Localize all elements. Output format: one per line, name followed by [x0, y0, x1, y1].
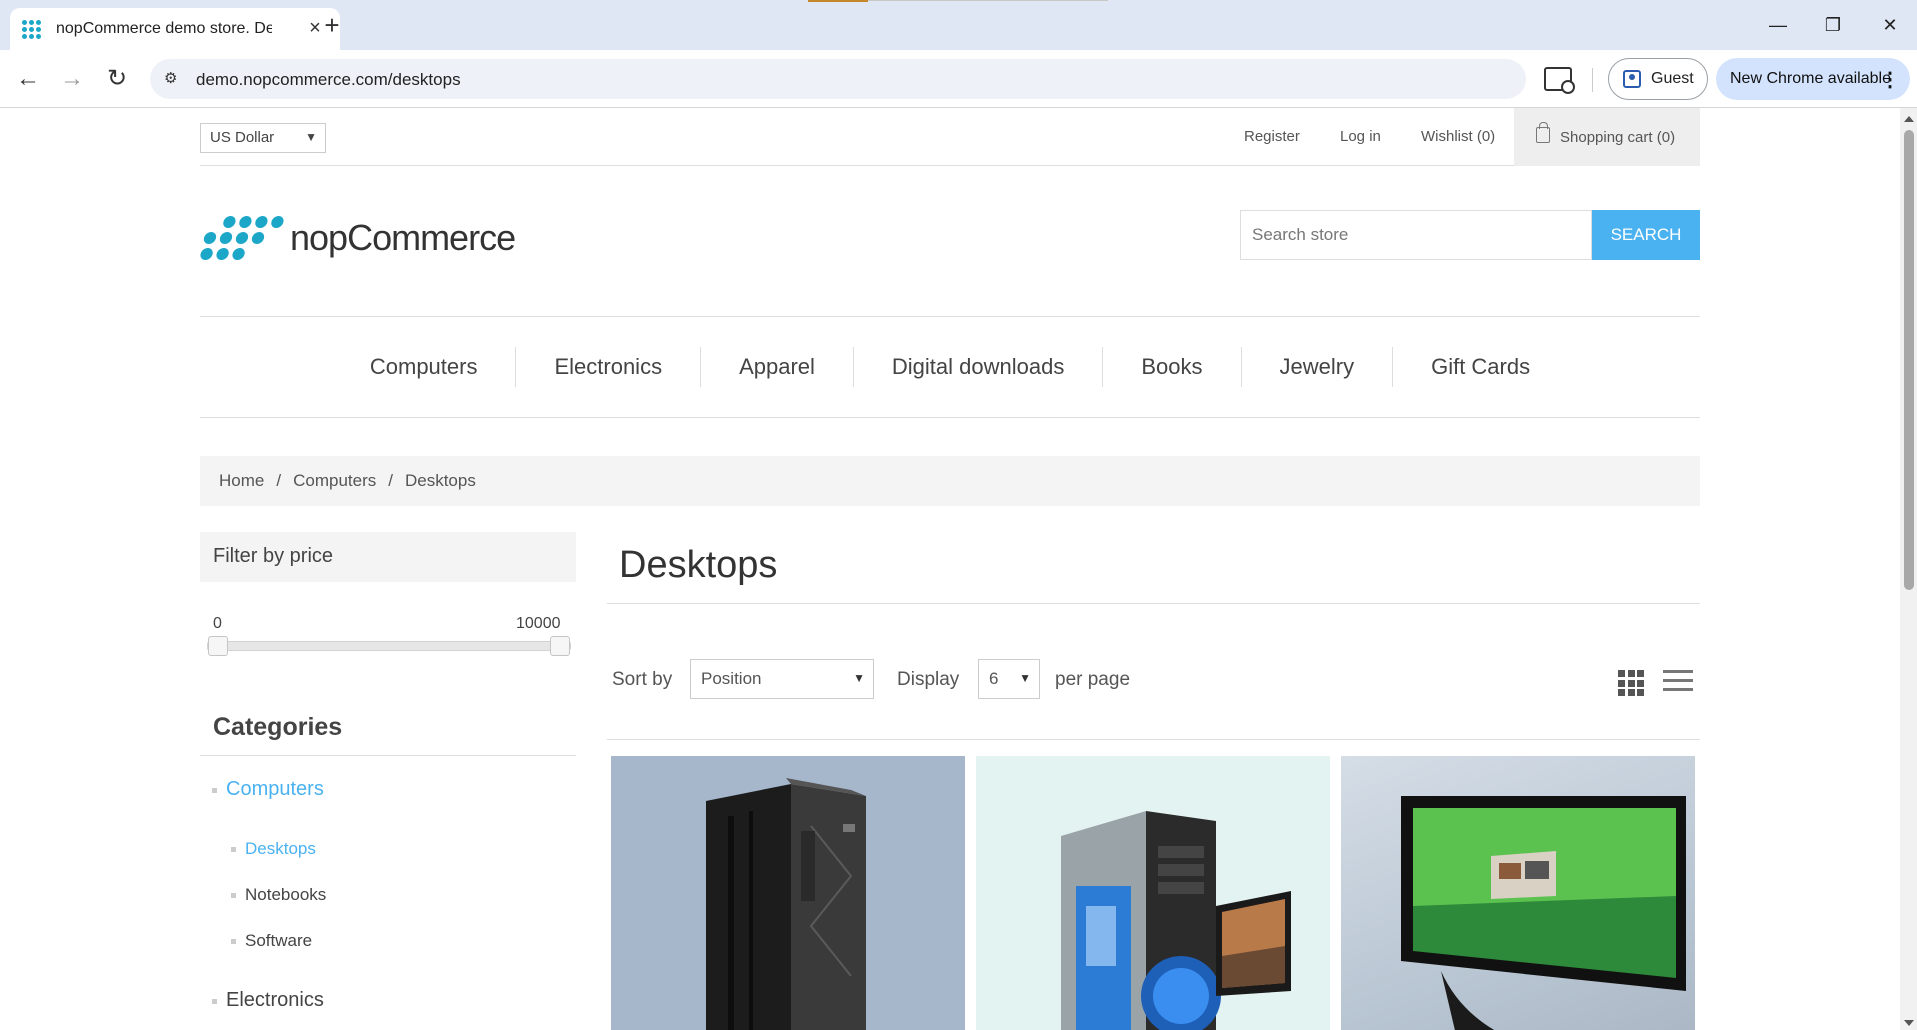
- url-text[interactable]: demo.nopcommerce.com/desktops: [196, 70, 461, 90]
- profile-button[interactable]: Guest: [1608, 58, 1708, 100]
- new-tab-icon[interactable]: +: [318, 12, 346, 40]
- menu-item-gift-cards[interactable]: Gift Cards: [1392, 347, 1568, 387]
- header-links-bar: US Dollar ▼ Register Log in Wishlist (0)…: [200, 108, 1700, 166]
- breadcrumb-home[interactable]: Home: [219, 471, 264, 491]
- server-tower-image: [706, 778, 866, 1030]
- register-link[interactable]: Register: [1244, 128, 1300, 145]
- chevron-down-icon: ▼: [305, 130, 317, 144]
- menu-item-jewelry[interactable]: Jewelry: [1240, 347, 1393, 387]
- search-input[interactable]: Search store: [1240, 210, 1592, 260]
- sort-by-label: Sort by: [612, 669, 673, 690]
- menu-item-computers[interactable]: Computers: [332, 347, 516, 387]
- price-range-slider[interactable]: [207, 636, 571, 656]
- site-info-icon[interactable]: ⚙: [164, 69, 184, 89]
- menu-item-apparel[interactable]: Apparel: [700, 347, 853, 387]
- category-electronics[interactable]: Electronics: [212, 989, 324, 1012]
- breadcrumb: Home / Computers / Desktops: [200, 456, 1700, 506]
- breadcrumb-computers[interactable]: Computers: [293, 471, 376, 491]
- profile-label: Guest: [1651, 70, 1694, 87]
- browser-toolbar: ← → ↻ ⚙ demo.nopcommerce.com/desktops Gu…: [0, 50, 1917, 108]
- page-title: Desktops: [607, 532, 1700, 604]
- page-size-value: 6: [989, 669, 999, 688]
- restore-icon[interactable]: ❐: [1813, 10, 1853, 40]
- category-notebooks[interactable]: Notebooks: [230, 885, 326, 905]
- back-icon[interactable]: ←: [12, 63, 44, 95]
- update-chrome-button[interactable]: New Chrome available ⋮: [1716, 58, 1910, 100]
- shopping-bag-icon: [1536, 122, 1550, 143]
- breadcrumb-separator: /: [388, 471, 393, 490]
- product-image-server[interactable]: [611, 756, 965, 1030]
- shopping-cart-link[interactable]: Shopping cart (0): [1514, 108, 1700, 166]
- address-bar[interactable]: ⚙ demo.nopcommerce.com/desktops: [150, 59, 1526, 99]
- minimize-icon[interactable]: —: [1758, 10, 1798, 40]
- page-size-select[interactable]: 6 ▼: [978, 659, 1040, 699]
- scroll-down-icon[interactable]: [1904, 1020, 1914, 1026]
- grid-view-icon[interactable]: [1618, 670, 1644, 696]
- nopcommerce-favicon-icon: [22, 19, 42, 39]
- per-page-label: per page: [1055, 669, 1131, 690]
- reload-icon[interactable]: ↻: [101, 63, 133, 95]
- list-view-icon[interactable]: [1663, 670, 1693, 696]
- scrollbar-thumb[interactable]: [1904, 130, 1914, 590]
- web-page: US Dollar ▼ Register Log in Wishlist (0)…: [0, 108, 1900, 1030]
- browser-tab[interactable]: nopCommerce demo store. Des ×: [10, 8, 340, 50]
- display-label: Display: [897, 669, 960, 690]
- product-image-gaming-pc[interactable]: [976, 756, 1330, 1030]
- wishlist-link[interactable]: Wishlist (0): [1421, 128, 1495, 145]
- more-menu-icon[interactable]: ⋮: [1880, 67, 1900, 92]
- sort-by-value: Position: [701, 669, 762, 688]
- login-link[interactable]: Log in: [1340, 128, 1381, 145]
- sort-by-select[interactable]: Position ▼: [690, 659, 874, 699]
- category-computers[interactable]: Computers: [212, 778, 324, 801]
- menu-item-electronics[interactable]: Electronics: [515, 347, 700, 387]
- menu-item-digital-downloads[interactable]: Digital downloads: [852, 347, 1102, 387]
- gaming-desktop-image: [1061, 811, 1291, 1030]
- browser-tab-bar: nopCommerce demo store. Des × + — ❐ ✕: [0, 0, 1917, 50]
- close-window-icon[interactable]: ✕: [1870, 10, 1910, 40]
- cart-label: Shopping cart (0): [1560, 128, 1676, 146]
- toolbar-divider: [1592, 68, 1593, 92]
- update-label: New Chrome available: [1730, 70, 1891, 87]
- tab-title: nopCommerce demo store. Des: [56, 20, 272, 37]
- category-desktops[interactable]: Desktops: [231, 839, 316, 859]
- profile-icon: [1623, 70, 1641, 88]
- search-box: Search store SEARCH: [1240, 210, 1700, 260]
- all-in-one-pc-image: [1401, 796, 1686, 1030]
- cast-search-icon[interactable]: [1544, 67, 1575, 94]
- price-min-value: 0: [213, 615, 222, 632]
- breadcrumb-current: Desktops: [404, 471, 476, 490]
- search-button[interactable]: SEARCH: [1592, 210, 1700, 260]
- tab-loading-indicator: [808, 0, 868, 2]
- filter-by-price-title: Filter by price: [200, 532, 576, 582]
- logo-dots-icon: [199, 216, 285, 260]
- categories-title: Categories: [200, 706, 576, 756]
- tab-strip-divider: [868, 0, 1108, 1]
- store-logo[interactable]: nopCommerce: [199, 216, 516, 260]
- scroll-up-icon[interactable]: [1904, 116, 1914, 122]
- forward-icon[interactable]: →: [56, 63, 88, 95]
- top-menu: Computers Electronics Apparel Digital do…: [200, 316, 1700, 418]
- logo-text: nopCommerce: [290, 217, 516, 258]
- product-image-all-in-one[interactable]: [1341, 756, 1695, 1030]
- page-scrollbar[interactable]: [1900, 108, 1917, 1030]
- currency-value: US Dollar: [210, 129, 275, 146]
- chevron-down-icon: ▼: [1019, 671, 1031, 685]
- menu-item-books[interactable]: Books: [1102, 347, 1240, 387]
- price-slider-max-handle[interactable]: [550, 636, 570, 656]
- category-software[interactable]: Software: [230, 931, 312, 951]
- breadcrumb-separator: /: [276, 471, 282, 490]
- price-slider-min-handle[interactable]: [208, 636, 228, 656]
- currency-select[interactable]: US Dollar ▼: [200, 123, 326, 153]
- product-selectors: Sort by Position ▼ Display 6 ▼ per page: [607, 638, 1700, 740]
- price-max-value: 10000: [516, 615, 561, 632]
- chevron-down-icon: ▼: [853, 671, 865, 685]
